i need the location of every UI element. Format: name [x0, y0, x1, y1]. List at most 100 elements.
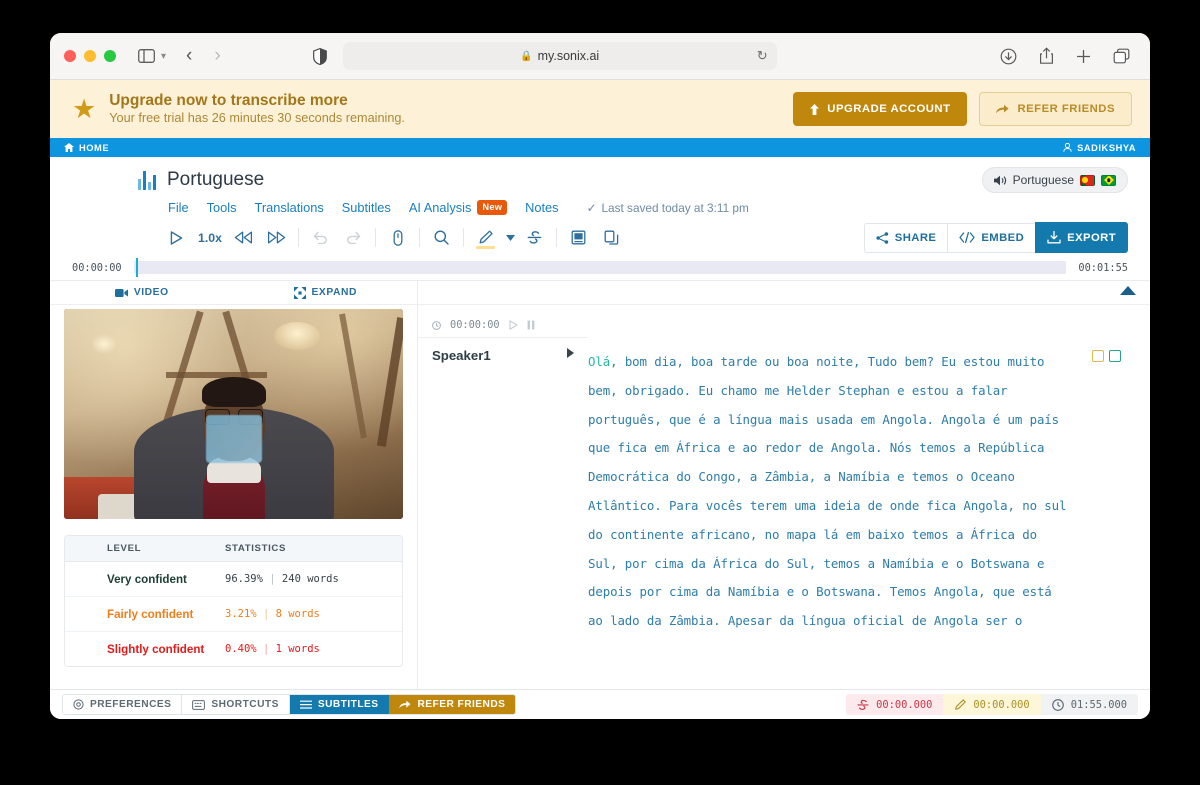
toolbar-divider-2: [375, 228, 376, 247]
speaker-name[interactable]: Speaker1: [432, 348, 491, 363]
lock-icon: 🔒: [520, 50, 533, 62]
menu-item-ai-analysis-label: AI Analysis: [408, 200, 472, 215]
tab-overview-icon[interactable]: [1113, 48, 1130, 64]
rewind-icon[interactable]: [227, 224, 260, 251]
level-label-slightly: Slightly confident: [107, 642, 205, 656]
subtitles-button[interactable]: SUBTITLES: [289, 695, 390, 714]
sonix-app: Portuguese Portuguese File Tools Transla…: [50, 157, 1150, 719]
redo-icon[interactable]: [337, 224, 370, 251]
share-icon[interactable]: [1039, 47, 1054, 65]
refer-friends-banner-button[interactable]: REFER FRIENDS: [979, 92, 1132, 126]
maximize-window-button[interactable]: [104, 50, 116, 62]
clock-icon: [432, 320, 441, 330]
fast-forward-icon[interactable]: [260, 224, 293, 251]
timeline-track[interactable]: [133, 258, 1067, 277]
transcript-text-body[interactable]: , bom dia, boa tarde ou boa noite, Tudo …: [588, 354, 1066, 628]
home-nav-link[interactable]: HOME: [64, 143, 109, 153]
back-arrow-icon[interactable]: ‹: [186, 45, 192, 67]
browser-chrome: ▾ ‹ › 🔒 my.sonix.ai ↻: [50, 33, 1150, 80]
share-button[interactable]: SHARE: [863, 222, 948, 253]
swatch-cell: [65, 570, 107, 588]
table-row: Very confident 96.39% | 240 words: [65, 562, 402, 597]
transcript-body[interactable]: 00:00:00 Speaker1 Olá, bom dia, boa tard…: [418, 305, 1150, 689]
tab-expand[interactable]: EXPAND: [234, 281, 418, 304]
user-account-link[interactable]: SADIKSHYA: [1063, 143, 1136, 153]
browser-window: ▾ ‹ › 🔒 my.sonix.ai ↻ ★ Upgrade now to t…: [50, 33, 1150, 719]
tab-video[interactable]: VIDEO: [50, 281, 234, 304]
duration-timecode-value: 01:55.000: [1070, 698, 1127, 711]
video-player[interactable]: [64, 309, 403, 519]
table-header-row: LEVEL STATISTICS: [65, 536, 402, 562]
playback-speed-button[interactable]: 1.0x: [193, 224, 227, 251]
note-green-icon[interactable]: [1109, 350, 1121, 362]
segment-play-icon[interactable]: [509, 320, 518, 330]
chevron-down-icon[interactable]: [502, 224, 518, 251]
sidebar-toggle-icon[interactable]: [138, 49, 155, 63]
transcript-panel: 00:00:00 Speaker1 Olá, bom dia, boa tard…: [418, 281, 1150, 689]
page-title: Portuguese: [167, 169, 265, 190]
timeline: 00:00:00 00:01:55: [50, 253, 1150, 280]
words-fairly: 8 words: [275, 608, 320, 620]
strikethrough-timecode-value: 00:00.000: [876, 698, 933, 711]
words-very: 240 words: [281, 573, 339, 585]
level-label-fairly: Fairly confident: [107, 607, 194, 621]
title-row: Portuguese Portuguese: [50, 167, 1150, 193]
shortcuts-button[interactable]: SHORTCUTS: [182, 695, 290, 714]
up-arrow-icon: [810, 103, 820, 115]
banner-actions: UPGRADE ACCOUNT REFER FRIENDS: [793, 92, 1132, 126]
language-selector[interactable]: Portuguese: [981, 167, 1128, 193]
strikethrough-icon[interactable]: [518, 224, 551, 251]
chevron-down-icon[interactable]: ▾: [161, 51, 166, 62]
address-bar[interactable]: 🔒 my.sonix.ai ↻: [342, 42, 777, 70]
download-icon[interactable]: [1000, 48, 1017, 65]
close-window-button[interactable]: [64, 50, 76, 62]
refer-friends-button[interactable]: REFER FRIENDS: [389, 695, 516, 714]
upgrade-account-button[interactable]: UPGRADE ACCOUNT: [793, 92, 968, 126]
banner-text: Upgrade now to transcribe more Your free…: [109, 91, 405, 127]
transcript-first-word[interactable]: Olá: [588, 354, 610, 369]
note-yellow-icon[interactable]: [1092, 350, 1104, 362]
forward-arrow-icon[interactable]: ›: [214, 45, 220, 67]
banner-subtitle: Your free trial has 26 minutes 30 second…: [109, 111, 405, 126]
user-icon: [1063, 143, 1072, 152]
reload-icon[interactable]: ↻: [757, 48, 768, 64]
preferences-label: PREFERENCES: [90, 699, 172, 710]
minimize-window-button[interactable]: [84, 50, 96, 62]
statistics-cell-very: 96.39% | 240 words: [225, 573, 339, 585]
collapse-caret-icon[interactable]: [1120, 286, 1136, 295]
url-text: my.sonix.ai: [537, 49, 600, 63]
main-split: VIDEO EXPAND LEVEL STATISTICS Very confi…: [50, 280, 1150, 689]
plus-icon[interactable]: [1076, 49, 1091, 64]
edited-timecode: 00:00.000: [943, 694, 1041, 715]
menu-item-ai-analysis[interactable]: AI Analysis New: [408, 200, 508, 215]
export-button[interactable]: EXPORT: [1035, 222, 1128, 253]
statistics-cell-fairly: 3.21% | 8 words: [225, 608, 320, 620]
glossary-icon[interactable]: [562, 224, 595, 251]
menu-item-file[interactable]: File: [168, 200, 189, 215]
privacy-shield-icon[interactable]: [312, 47, 327, 65]
play-icon[interactable]: [160, 224, 193, 251]
menu-item-notes[interactable]: Notes: [525, 200, 558, 215]
menu-item-translations[interactable]: Translations: [255, 200, 324, 215]
segment-pause-icon[interactable]: [527, 320, 535, 330]
paperclip-icon[interactable]: [381, 224, 414, 251]
copy-icon[interactable]: [595, 224, 628, 251]
highlighter-icon[interactable]: [469, 224, 502, 251]
menu-item-subtitles[interactable]: Subtitles: [342, 200, 391, 215]
user-label: SADIKSHYA: [1077, 142, 1136, 153]
search-icon[interactable]: [425, 224, 458, 251]
preferences-button[interactable]: PREFERENCES: [63, 695, 183, 714]
gear-icon: [73, 699, 84, 710]
menu-item-tools[interactable]: Tools: [207, 200, 237, 215]
transcript-text[interactable]: Olá, bom dia, boa tarde ou boa noite, Tu…: [588, 348, 1092, 636]
tab-expand-label: EXPAND: [311, 287, 357, 298]
percent-slightly: 0.40%: [225, 643, 257, 655]
timeline-start-label: 00:00:00: [72, 261, 122, 274]
timeline-playhead[interactable]: [135, 258, 138, 277]
segment-timestamp[interactable]: 00:00:00: [450, 319, 500, 331]
caret-right-icon[interactable]: [567, 348, 574, 358]
undo-icon[interactable]: [304, 224, 337, 251]
embed-button[interactable]: EMBED: [947, 222, 1036, 253]
toolbar-divider-4: [463, 228, 464, 247]
level-column-header: LEVEL: [107, 543, 142, 554]
